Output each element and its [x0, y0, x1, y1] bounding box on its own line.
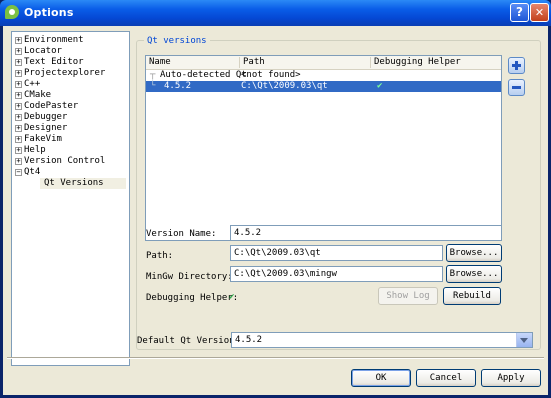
column-header-debugging-helper[interactable]: Debugging Helper — [371, 57, 501, 68]
options-window: Options ? ✕ + Environment + Locator + Te… — [0, 0, 551, 398]
version-name-field[interactable]: 4.5.2 — [230, 225, 502, 241]
apply-button[interactable]: Apply — [481, 369, 541, 387]
qt-versions-table[interactable]: Name Path Debugging Helper ┬ Auto-detect… — [145, 55, 502, 241]
tree-item-label: Version Control — [24, 156, 106, 166]
expand-icon[interactable]: + — [15, 114, 22, 121]
row-name: Auto-detected Qt — [160, 70, 247, 80]
chevron-down-icon[interactable] — [516, 333, 532, 347]
tree-item-label: CMake — [24, 90, 52, 100]
checkmark-icon: ✔ — [229, 292, 235, 302]
path-label: Path: — [146, 251, 174, 261]
tree-item-label: Designer — [24, 123, 68, 133]
expand-icon[interactable]: + — [15, 37, 22, 44]
show-log-button[interactable]: Show Log — [378, 287, 438, 305]
tree-item-label: Locator — [24, 46, 62, 56]
expand-icon[interactable]: + — [15, 81, 22, 88]
path-field[interactable]: C:\Qt\2009.03\qt — [230, 245, 443, 261]
version-name-label: Version Name: — [146, 229, 217, 239]
table-row[interactable]: ┬ Auto-detected Qt <not found> — [146, 70, 501, 81]
options-category-tree[interactable]: + Environment + Locator + Text Editor + … — [11, 31, 130, 366]
row-name: 4.5.2 — [164, 81, 192, 91]
tree-item-label: Text Editor — [24, 57, 84, 67]
column-header-name[interactable]: Name — [146, 57, 240, 68]
tree-item-qt-versions[interactable]: Qt Versions — [40, 178, 126, 189]
default-qt-version-select[interactable]: 4.5.2 — [231, 332, 533, 348]
tree-item-label: Environment — [24, 35, 84, 45]
tree-item-label: Debugger — [24, 112, 68, 122]
rebuild-button[interactable]: Rebuild — [443, 287, 501, 305]
expand-icon[interactable]: + — [15, 125, 22, 132]
column-header-path[interactable]: Path — [240, 57, 371, 68]
table-header: Name Path Debugging Helper — [146, 56, 501, 70]
mingw-directory-label: MinGw Directory: — [146, 272, 233, 282]
add-version-button[interactable] — [508, 57, 525, 74]
window-title: Options — [24, 6, 74, 19]
selected-value: 4.5.2 — [235, 335, 263, 345]
group-title: Qt versions — [144, 36, 210, 46]
cancel-button[interactable]: Cancel — [416, 369, 476, 387]
expand-icon[interactable]: + — [15, 158, 22, 165]
divider — [7, 357, 544, 359]
row-path: C:\Qt\2009.03\qt — [241, 81, 328, 91]
debugging-helper-label: Debugging Helper: — [146, 293, 239, 303]
tree-item-label: Help — [24, 145, 46, 155]
mingw-directory-field[interactable]: C:\Qt\2009.03\mingw — [230, 266, 443, 282]
browse-path-button[interactable]: Browse... — [446, 244, 502, 262]
browse-mingw-button[interactable]: Browse... — [446, 265, 502, 283]
expand-icon[interactable]: + — [15, 92, 22, 99]
help-button[interactable]: ? — [510, 3, 529, 22]
title-bar[interactable]: Options ? ✕ — [0, 0, 551, 26]
qt-creator-app-icon — [5, 5, 19, 19]
expand-icon[interactable]: + — [15, 59, 22, 66]
expand-icon[interactable]: + — [15, 70, 22, 77]
ok-button[interactable]: OK — [351, 369, 411, 387]
expand-icon[interactable]: + — [15, 136, 22, 143]
collapse-icon[interactable]: − — [15, 169, 22, 176]
row-path: <not found> — [241, 70, 301, 80]
dialog-client-area: + Environment + Locator + Text Editor + … — [3, 26, 548, 395]
expand-icon[interactable]: + — [15, 147, 22, 154]
tree-branch-line: ┬ — [150, 70, 156, 80]
tree-item-label: FakeVim — [24, 134, 62, 144]
tree-item-label: Projectexplorer — [24, 68, 106, 78]
tree-item-label: CodePaster — [24, 101, 79, 111]
default-qt-version-label: Default Qt Version: — [137, 336, 240, 346]
tree-branch-line: └ — [150, 81, 156, 91]
tree-item-label: Qt Versions — [44, 178, 104, 188]
checkmark-icon: ✔ — [377, 81, 383, 91]
expand-icon[interactable]: + — [15, 103, 22, 110]
tree-item-label: Qt4 — [24, 167, 41, 177]
table-row-selected[interactable]: └ 4.5.2 C:\Qt\2009.03\qt ✔ — [146, 81, 501, 92]
close-button[interactable]: ✕ — [530, 3, 549, 22]
expand-icon[interactable]: + — [15, 48, 22, 55]
tree-item-label: C++ — [24, 79, 41, 89]
remove-version-button[interactable] — [508, 79, 525, 96]
